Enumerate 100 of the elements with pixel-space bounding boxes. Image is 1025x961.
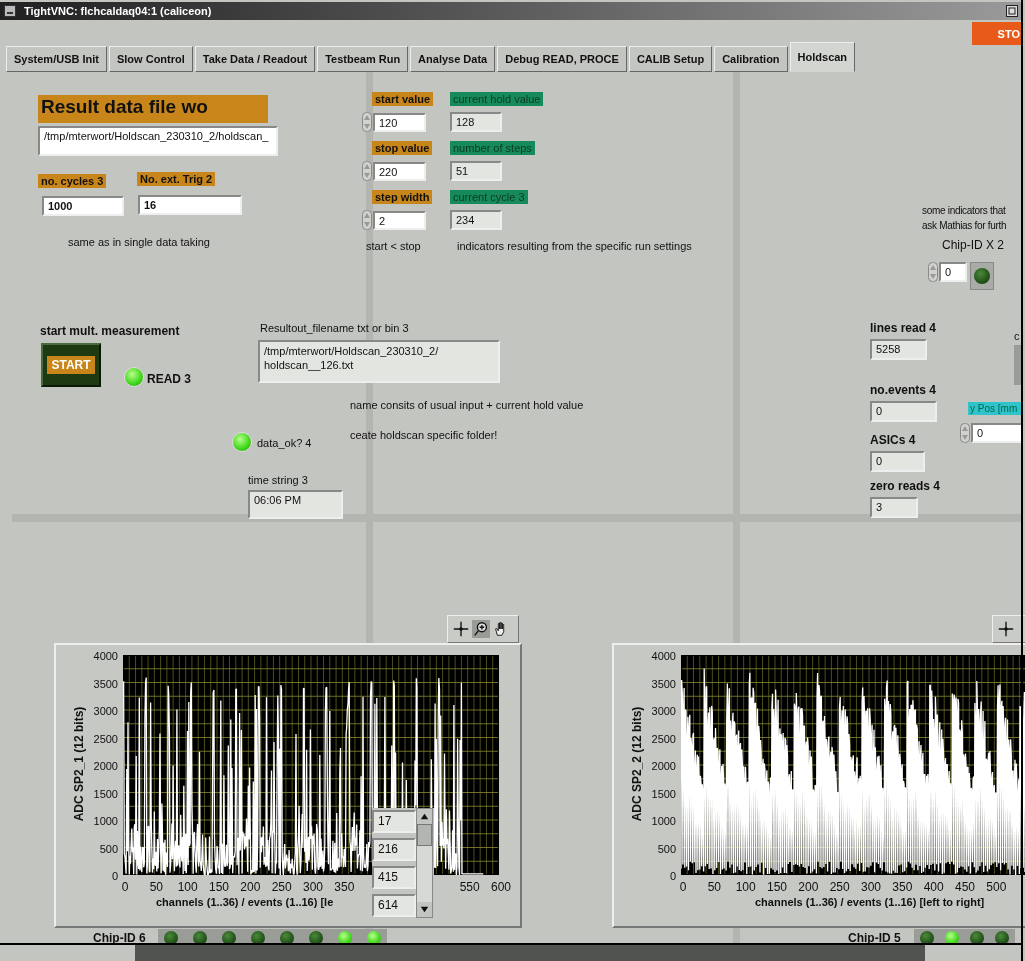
axis-tick-label: 350 <box>334 880 355 894</box>
note-text: some indicators that <box>922 205 1006 216</box>
axis-tick-label: 0 <box>669 870 676 882</box>
axis-tick-label: 2500 <box>651 732 676 745</box>
axis-tick-label: 3000 <box>93 705 118 717</box>
axis-tick-label: 300 <box>303 880 323 894</box>
scroll-thumb[interactable] <box>135 945 925 961</box>
axis-tick-label: 1500 <box>651 787 676 800</box>
crosshair-icon[interactable] <box>452 620 470 638</box>
indicator-label: ASICs 4 <box>870 433 916 447</box>
numeric-field[interactable]: 2 <box>373 210 426 230</box>
list-item[interactable]: 614 <box>372 894 416 917</box>
input-field[interactable]: 16 <box>138 195 242 215</box>
led-array-label: Chip-ID 5 <box>848 931 901 945</box>
axis-tick-label: 150 <box>767 880 787 894</box>
axis-tick-label: 4000 <box>93 650 118 662</box>
stop-button[interactable]: STO <box>972 22 1022 45</box>
control-label: time string 3 <box>248 474 308 486</box>
axis-tick-label: 1500 <box>93 787 118 800</box>
led-label: READ 3 <box>147 372 191 386</box>
path-field: /tmp/mterwort/Holdscan_230310_2/ holdscan__126.txt <box>258 340 500 383</box>
control-label: No. ext. Trig 2 <box>137 172 216 186</box>
numeric-field[interactable]: 220 <box>373 161 426 181</box>
axis-tick-label: 3500 <box>93 677 118 690</box>
tab[interactable]: Calibration <box>714 46 788 72</box>
control-label: start mult. measurement <box>40 324 180 338</box>
axis-tick-label: 250 <box>271 880 292 894</box>
indicator-field: 5258 <box>870 339 927 360</box>
path-field[interactable]: /tmp/mterwort/Holdscan_230310_2/holdscan_ <box>38 126 278 156</box>
control-label: stop value <box>372 141 433 155</box>
axis-tick-label: 2000 <box>93 760 118 772</box>
tab[interactable]: Holdscan <box>789 42 856 72</box>
axis-tick-label: 2000 <box>651 760 676 772</box>
scroll-bar[interactable] <box>416 808 433 918</box>
axis-tick-label: 50 <box>707 880 721 894</box>
axis-tick-label: 2500 <box>93 732 118 745</box>
note-text: name consits of usual input + current hold value <box>350 399 584 411</box>
axis-tick-label: 600 <box>491 880 511 894</box>
tab[interactable]: CALIB Setup <box>628 46 713 72</box>
axis-tick-label: 350 <box>892 880 913 894</box>
indicator-label: current cycle 3 <box>450 190 528 204</box>
scroll-down-icon[interactable] <box>417 902 432 917</box>
control-label: Result data file wo <box>38 95 268 123</box>
control-label: y Pos [mm <box>968 402 1021 415</box>
axis-tick-label: 100 <box>177 880 198 894</box>
scroll-bar[interactable] <box>0 943 1021 961</box>
led-array-label: Chip-ID 6 <box>93 931 146 945</box>
axis-tick-label: 1000 <box>651 815 676 827</box>
numeric-field[interactable]: 0 <box>939 262 967 282</box>
control-label: Chip-ID X 2 <box>942 238 1005 252</box>
indicator-field: 0 <box>870 451 925 472</box>
window-title: TightVNC: flchcaldaq04:1 (caliceon) <box>24 5 212 17</box>
maximize-icon[interactable] <box>1006 5 1018 17</box>
tab[interactable]: Analyse Data <box>410 46 496 72</box>
axis-tick-label: 100 <box>735 880 756 894</box>
indicator-label: number of steps <box>450 141 535 155</box>
indicator-label: lines read 4 <box>870 321 937 335</box>
scroll-thumb[interactable] <box>417 824 432 846</box>
axis-tick-label: 500 <box>99 842 118 855</box>
axis-tick-label: 0 <box>679 880 687 894</box>
numeric-field[interactable]: 120 <box>373 112 426 132</box>
indicator-field: 06:06 PM <box>248 490 343 519</box>
axis-tick-label: 3000 <box>651 705 676 717</box>
indicator-field: 0 <box>870 401 937 422</box>
axis-tick-label: 4000 <box>651 650 676 662</box>
axis-tick-label: 450 <box>955 880 975 894</box>
axis-tick-label: 50 <box>149 880 163 894</box>
tab[interactable]: Take Data / Readout <box>194 46 316 72</box>
axis-tick-label: 200 <box>798 880 819 894</box>
note-text: indicators resulting from the specific run settings <box>457 240 692 252</box>
numeric-field[interactable]: 0 <box>971 423 1023 443</box>
axis-tick-label: 250 <box>829 880 850 894</box>
control-label: Resultout_filename txt or bin 3 <box>260 322 409 334</box>
tab[interactable]: Debug READ, PROCE <box>497 46 627 72</box>
axis-label: ADC SP2_2 (12 bits) <box>630 705 644 824</box>
indicator-field: 128 <box>450 112 502 132</box>
crosshair-icon[interactable] <box>997 620 1015 638</box>
input-field[interactable]: 1000 <box>42 196 124 216</box>
list-item[interactable]: 17 <box>372 810 416 833</box>
control-label: start value <box>372 92 434 106</box>
axis-tick-label: 400 <box>923 880 944 894</box>
note-text: ceate holdscan specific folder! <box>350 429 498 441</box>
list-item[interactable]: 216 <box>372 838 416 861</box>
tab[interactable]: Testbeam Run <box>317 46 409 72</box>
indicator-field: 234 <box>450 210 502 230</box>
scroll-up-icon[interactable] <box>417 809 432 824</box>
indicator-field: 3 <box>870 497 918 518</box>
control-label: step width <box>372 190 433 204</box>
window-menu-icon[interactable] <box>4 5 16 17</box>
note-text: start < stop <box>366 240 421 252</box>
zoom-icon[interactable] <box>472 620 490 638</box>
axis-tick-label: 550 <box>459 880 480 894</box>
tab[interactable]: System/USB Init <box>6 46 107 72</box>
control-label: no. cycles 3 <box>38 174 107 188</box>
tab[interactable]: Slow Control <box>108 46 193 72</box>
indicator-label: zero reads 4 <box>870 479 941 493</box>
axis-label: channels (1..36) / events (1..16) [left to right] <box>755 896 985 908</box>
list-item[interactable]: 415 <box>372 866 416 889</box>
axis-tick-label: 300 <box>861 880 881 894</box>
axis-tick-label: 3500 <box>651 677 676 690</box>
